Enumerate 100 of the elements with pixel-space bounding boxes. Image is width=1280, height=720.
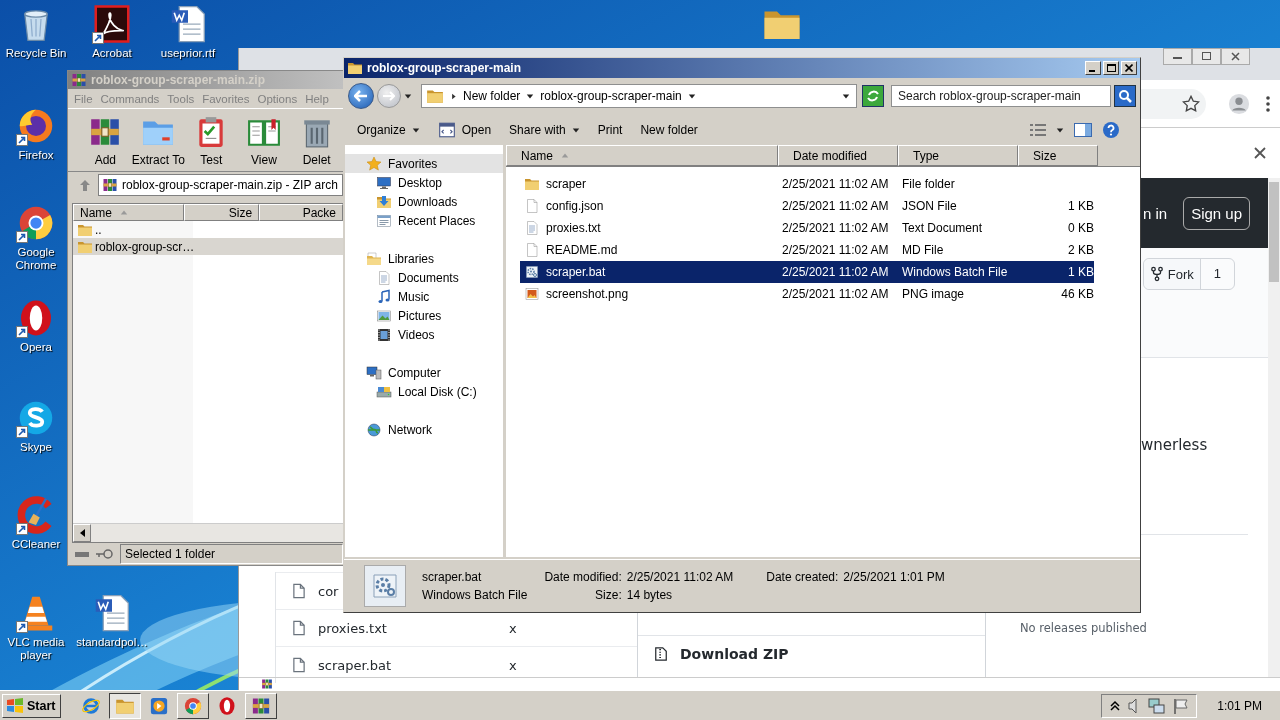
windows-logo-icon — [6, 697, 24, 714]
nav-item[interactable]: Documents — [345, 268, 503, 287]
desktop-icon-label[interactable]: Acrobat — [92, 47, 132, 60]
file-link[interactable]: proxies.txt — [318, 620, 387, 636]
toolbar-button[interactable]: Extract To — [131, 115, 185, 171]
minimize-button[interactable] — [1163, 48, 1192, 65]
desktop-icon-label[interactable]: Recycle Bin — [5, 47, 67, 60]
close-button[interactable] — [1221, 48, 1250, 65]
caret-icon — [404, 92, 412, 100]
maximize-icon — [1106, 64, 1116, 72]
toolbar-menu[interactable]: Organize — [348, 118, 429, 141]
scroll-left-button[interactable] — [73, 524, 91, 542]
file-row[interactable]: scraper 2/25/2021 11:02 AM File folder — [520, 173, 1094, 195]
desktop-icon-label[interactable]: Google Chrome — [5, 246, 67, 272]
toolbar-button[interactable]: Test — [184, 115, 238, 171]
type-cell-text: Text Document — [901, 221, 984, 235]
date-cell-text: 2/25/2021 11:02 AM — [781, 243, 890, 257]
toolbar-button[interactable]: Open — [428, 116, 501, 143]
window-icon — [376, 212, 392, 229]
column-header[interactable]: Date modified — [778, 145, 898, 166]
nav-item[interactable]: Recent Places — [345, 211, 503, 230]
folder-icon — [347, 60, 363, 76]
column-header[interactable]: Packe — [259, 204, 343, 221]
nav-item[interactable]: Desktop — [345, 173, 503, 192]
refresh-button[interactable] — [862, 85, 884, 107]
caret-icon — [411, 125, 420, 134]
toolbar-button[interactable]: New folder — [631, 118, 707, 141]
search-button[interactable] — [1114, 85, 1136, 107]
search-field[interactable]: Search roblox-group-scraper-main — [891, 85, 1111, 107]
zip-file-icon — [654, 646, 668, 662]
sign-up-button[interactable]: Sign up — [1183, 196, 1250, 230]
column-header[interactable]: Size — [184, 204, 260, 221]
film-icon — [376, 326, 392, 343]
toolbar-button[interactable]: Print — [588, 118, 632, 141]
list-row[interactable]: roblox-group-scr… — [73, 238, 343, 255]
file-row[interactable]: README.md 2/25/2021 11:02 AM MD File 2 KB — [520, 239, 1094, 261]
date-cell-text: 2/25/2021 11:02 AM — [781, 287, 890, 301]
breadcrumb[interactable]: roblox-group-scraper-main — [540, 89, 682, 103]
nav-item[interactable]: Music — [345, 287, 503, 306]
restore-button[interactable] — [1192, 48, 1221, 65]
chrome-icon — [183, 695, 204, 716]
file-row[interactable]: proxies.txt 2/25/2021 11:02 AM Text Document 0 KB — [520, 217, 1094, 239]
scrollbar[interactable] — [1268, 178, 1280, 677]
desktop-icon-label[interactable]: useprior.rtf — [160, 47, 216, 60]
taskbar-button[interactable] — [109, 692, 142, 719]
file-row[interactable]: config.json 2/25/2021 11:02 AM JSON File 1 KB — [520, 195, 1094, 217]
nav-item[interactable]: Downloads — [345, 192, 503, 211]
nav-item[interactable]: Computer — [345, 363, 503, 382]
toolbar-menu[interactable]: Share with — [500, 118, 589, 141]
file-name: scraper.bat — [546, 265, 606, 279]
nav-item[interactable]: Local Disk (C:) — [345, 382, 503, 401]
folder-icon — [524, 176, 540, 192]
fork-count[interactable]: 1 — [1200, 259, 1234, 289]
details-name: scraper.bat — [422, 570, 483, 584]
date-cell-text: 2/25/2021 11:02 AM — [781, 265, 890, 279]
nav-item[interactable]: Network — [345, 420, 503, 439]
details-label: Date modified: — [544, 570, 622, 584]
breadcrumb[interactable]: New folder — [463, 89, 521, 103]
details-label: Date created: — [766, 570, 839, 584]
download-zip-item[interactable]: Download ZIP — [638, 635, 985, 672]
column-header[interactable]: Name — [506, 145, 778, 166]
desktop-icon-label[interactable]: CCleaner — [11, 538, 61, 551]
desktop-icon-label[interactable]: VLC media player — [5, 636, 67, 662]
document-icon — [524, 242, 540, 258]
back-button[interactable] — [348, 83, 374, 109]
nav-item[interactable]: Pictures — [345, 306, 503, 325]
caret-icon — [1056, 125, 1064, 134]
nav-item[interactable]: Libraries — [345, 249, 503, 268]
books-icon — [261, 678, 273, 690]
sign-in-link[interactable]: n in — [1142, 204, 1168, 222]
column-header[interactable]: Name — [73, 204, 185, 221]
nav-item[interactable]: Favorites — [345, 154, 503, 173]
toolbar-button[interactable]: Add — [79, 115, 132, 171]
path-field[interactable]: roblox-group-scraper-main.zip - ZIP arch — [98, 174, 343, 196]
column-header[interactable]: Type — [898, 145, 1018, 166]
key-icon — [96, 549, 114, 559]
column-header[interactable]: Size — [1018, 145, 1098, 166]
file-row[interactable]: scraper.bat 2/25/2021 11:02 AM Windows Batch File 1 KB — [520, 261, 1094, 283]
scrollbar[interactable] — [73, 523, 343, 542]
desktop-icon-label[interactable]: standardpol… — [76, 636, 148, 649]
desktop-icon-label[interactable]: Skype — [20, 441, 52, 454]
close-icon — [1125, 64, 1133, 72]
maximize-button[interactable] — [1103, 61, 1119, 75]
file-row[interactable]: screenshot.png 2/25/2021 11:02 AM PNG image 46 KB — [520, 283, 1094, 305]
list-row[interactable]: .. — [73, 221, 343, 238]
nav-item[interactable]: Videos — [345, 325, 503, 344]
toolbar-button[interactable]: Delet — [290, 115, 343, 171]
forward-button[interactable] — [377, 84, 401, 108]
back-arrow-icon — [354, 90, 368, 102]
file-link[interactable]: cor — [318, 583, 339, 599]
restore-icon — [1201, 52, 1212, 61]
text-file-icon — [524, 220, 540, 236]
start-button[interactable]: Start — [2, 693, 62, 718]
toolbar-button[interactable]: View — [237, 115, 291, 171]
size-cell-text: 46 KB — [1060, 287, 1094, 301]
fork-button[interactable]: Fork — [1143, 259, 1201, 289]
desktop-icon-label[interactable]: Firefox — [18, 149, 54, 162]
drive-icon — [74, 549, 90, 559]
desktop-icon-label[interactable]: Opera — [20, 341, 52, 354]
file-link[interactable]: scraper.bat — [318, 657, 392, 673]
